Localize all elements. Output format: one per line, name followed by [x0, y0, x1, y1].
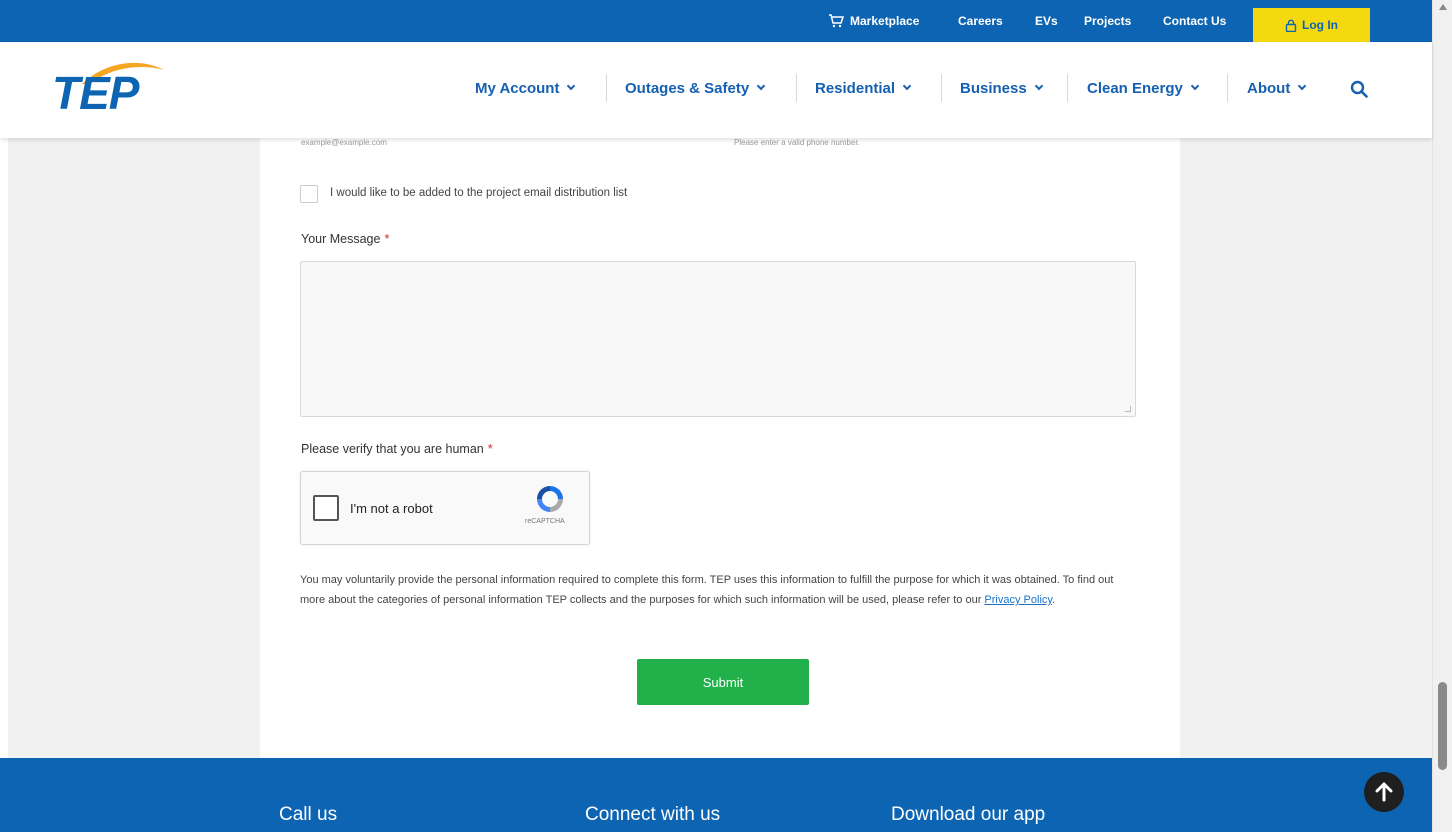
nav-clean-energy[interactable]: Clean Energy: [1087, 76, 1200, 100]
message-label-text: Your Message: [301, 232, 381, 246]
nav-my-account[interactable]: My Account: [475, 76, 576, 100]
marketplace-label: Marketplace: [850, 14, 920, 28]
privacy-end: .: [1052, 594, 1056, 606]
resize-handle-icon[interactable]: [1125, 406, 1131, 412]
chevron-down-icon: [1034, 81, 1043, 91]
submit-button[interactable]: Submit: [637, 659, 809, 705]
projects-link[interactable]: Projects: [1084, 0, 1131, 42]
nav-clean-energy-label: Clean Energy: [1087, 79, 1183, 97]
page-background: [8, 138, 260, 758]
nav-residential-label: Residential: [815, 79, 896, 97]
nav-business[interactable]: Business: [960, 76, 1043, 100]
nav-divider: [1067, 74, 1068, 102]
chevron-down-icon: [756, 81, 766, 91]
privacy-policy-link[interactable]: Privacy Policy: [984, 594, 1052, 606]
nav-my-account-label: My Account: [475, 79, 560, 97]
nav-divider: [1227, 74, 1228, 102]
page-left-edge: [0, 42, 8, 758]
contact-form-card: example@example.com Please enter a valid…: [260, 138, 1180, 758]
distribution-list-label: I would like to be added to the project …: [330, 187, 628, 199]
recaptcha-brand: reCAPTCHA: [525, 518, 565, 525]
log-in-button[interactable]: Log In: [1253, 8, 1370, 42]
search-icon[interactable]: [1350, 80, 1368, 98]
privacy-notice: You may voluntarily provide the personal…: [300, 570, 1140, 610]
chevron-down-icon: [902, 81, 912, 91]
arrow-up-icon: [1375, 782, 1393, 802]
verify-label-text: Please verify that you are human: [301, 442, 484, 456]
nav-about-label: About: [1247, 79, 1291, 97]
careers-link[interactable]: Careers: [958, 0, 1003, 42]
nav-outages-label: Outages & Safety: [625, 79, 750, 97]
message-textarea[interactable]: [300, 261, 1136, 417]
scroll-thumb[interactable]: [1438, 682, 1447, 770]
nav-divider: [796, 74, 797, 102]
chevron-down-icon: [567, 81, 576, 91]
footer-call-us: Call us: [279, 804, 338, 825]
nav-outages-safety[interactable]: Outages & Safety: [625, 76, 766, 100]
chevron-down-icon: [1190, 81, 1200, 91]
nav-business-label: Business: [960, 79, 1027, 97]
back-to-top-button[interactable]: [1364, 772, 1404, 812]
chevron-down-icon: [1298, 81, 1307, 91]
evs-link[interactable]: EVs: [1035, 0, 1058, 42]
recaptcha-checkbox[interactable]: [313, 495, 339, 521]
log-in-label: Log In: [1302, 18, 1338, 32]
nav-residential[interactable]: Residential: [815, 76, 912, 100]
tep-logo[interactable]: TEP: [52, 56, 172, 116]
utility-bar: Marketplace Careers EVs Projects Contact…: [0, 0, 1432, 42]
footer-connect: Connect with us: [585, 804, 721, 825]
recaptcha-logo-icon: [537, 486, 563, 512]
cart-icon: [829, 14, 844, 28]
nav-about[interactable]: About: [1247, 76, 1307, 100]
contact-us-link[interactable]: Contact Us: [1163, 0, 1226, 42]
recaptcha-label: I'm not a robot: [350, 501, 433, 516]
page-scrollbar[interactable]: [1432, 0, 1452, 832]
marketplace-link[interactable]: Marketplace: [828, 0, 919, 42]
nav-divider: [606, 74, 607, 102]
email-hint: example@example.com: [301, 138, 387, 147]
recaptcha-widget: I'm not a robot reCAPTCHA: [300, 471, 590, 545]
required-marker: *: [487, 442, 493, 456]
message-label: Your Message *: [301, 232, 389, 246]
distribution-list-checkbox[interactable]: [300, 185, 318, 203]
site-footer: Call us Connect with us Download our app: [0, 758, 1432, 832]
logo-text: TEP: [52, 67, 139, 119]
nav-divider: [941, 74, 942, 102]
phone-hint: Please enter a valid phone number.: [734, 138, 860, 147]
main-header: TEP My Account Outages & Safety Resident…: [0, 42, 1432, 138]
footer-download-app: Download our app: [891, 804, 1046, 825]
scroll-up-icon[interactable]: [1439, 4, 1447, 10]
verify-label: Please verify that you are human *: [301, 442, 493, 456]
required-marker: *: [384, 232, 390, 246]
lock-icon: [1285, 19, 1297, 32]
